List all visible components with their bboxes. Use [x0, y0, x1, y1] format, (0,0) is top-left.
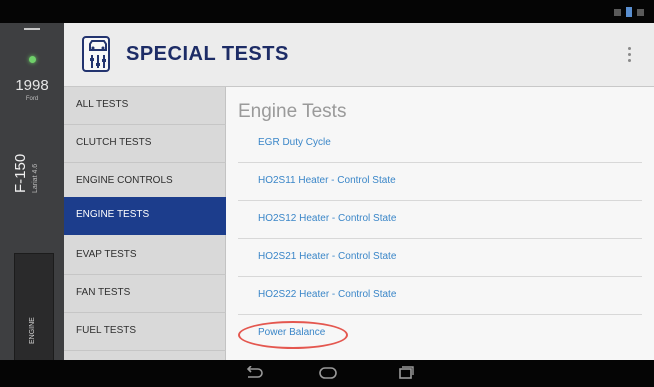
connection-status-icon [29, 56, 36, 63]
vehicle-trim: Lariat 4.6 [32, 163, 39, 193]
module-tab-engine[interactable]: ENGINE [14, 253, 54, 373]
notification-icon [614, 8, 621, 16]
test-item-ho2s21-heater[interactable]: HO2S21 Heater - Control State [226, 239, 654, 277]
battery-icon [626, 7, 632, 17]
category-label: ENGINE TESTS [76, 209, 150, 220]
vehicle-sidebar: 1998 Ford F-150 Lariat 4.6 ENGINE [0, 23, 64, 373]
more-vert-icon[interactable] [628, 47, 632, 65]
test-label: HO2S12 Heater - Control State [258, 213, 397, 224]
page-title: SPECIAL TESTS [126, 43, 289, 65]
app-header: SPECIAL TESTS [64, 23, 654, 87]
highlight-circle [238, 321, 348, 349]
test-item-egr-duty-cycle[interactable]: EGR Duty Cycle [226, 125, 654, 163]
vehicle-make: Ford [25, 96, 39, 102]
signal-icon [637, 8, 644, 16]
category-fuel-tests[interactable]: FUEL TESTS [64, 313, 226, 351]
status-bar [0, 0, 654, 23]
category-label: ALL TESTS [76, 99, 129, 110]
vehicle-year: 1998 [15, 77, 49, 94]
section-title: Engine Tests [238, 101, 347, 122]
vehicle-model-block: F-150 Lariat 4.6 [10, 118, 54, 193]
category-engine-tests[interactable]: ENGINE TESTS [64, 197, 235, 235]
category-engine-controls[interactable]: ENGINE CONTROLS [64, 163, 226, 201]
test-label: HO2S11 Heater - Control State [258, 175, 396, 186]
test-label: HO2S21 Heater - Control State [258, 251, 397, 262]
category-clutch-tests[interactable]: CLUTCH TESTS [64, 125, 226, 163]
category-list: ALL TESTS CLUTCH TESTS ENGINE CONTROLS E… [64, 87, 235, 360]
vehicle-model: F-150 [12, 153, 29, 193]
test-list-pane: Engine Tests EGR Duty Cycle HO2S11 Heate… [226, 87, 654, 360]
test-item-ho2s22-heater[interactable]: HO2S22 Heater - Control State [226, 277, 654, 315]
test-label: EGR Duty Cycle [258, 137, 331, 148]
car-diagnostic-icon [82, 36, 110, 72]
category-label: EVAP TESTS [76, 249, 137, 260]
tablet-screen: 1998 Ford F-150 Lariat 4.6 ENGINE SPECIA… [0, 0, 654, 387]
module-tab-label: ENGINE [29, 317, 36, 344]
category-label: CLUTCH TESTS [76, 137, 152, 148]
status-icons [614, 7, 644, 17]
menu-icon[interactable] [24, 28, 40, 32]
home-icon[interactable] [318, 366, 338, 380]
category-label: ENGINE CONTROLS [76, 175, 173, 186]
test-item-ho2s12-heater[interactable]: HO2S12 Heater - Control State [226, 201, 654, 239]
test-item-ho2s11-heater[interactable]: HO2S11 Heater - Control State [226, 163, 654, 201]
category-evap-tests[interactable]: EVAP TESTS [64, 237, 226, 275]
category-fan-tests[interactable]: FAN TESTS [64, 275, 226, 313]
category-label: FAN TESTS [76, 287, 131, 298]
category-label: FUEL TESTS [76, 325, 137, 336]
back-icon[interactable] [243, 365, 263, 380]
category-all-tests[interactable]: ALL TESTS [64, 87, 226, 125]
recent-apps-icon[interactable] [395, 366, 415, 380]
test-label: HO2S22 Heater - Control State [258, 289, 397, 300]
navigation-bar [0, 360, 654, 387]
